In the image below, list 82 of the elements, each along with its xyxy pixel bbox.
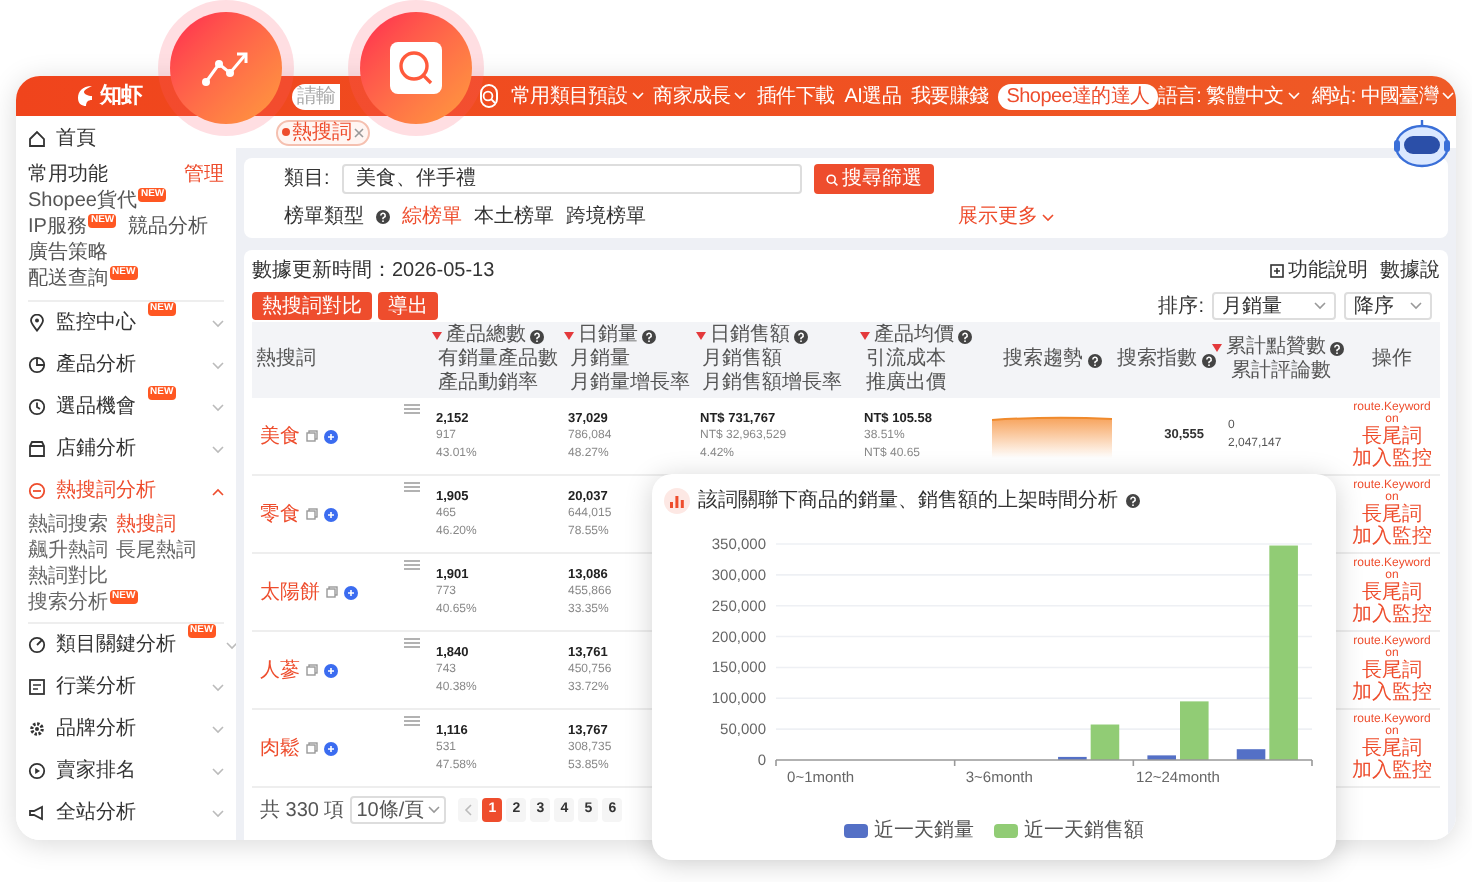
submenu-item[interactable]: 長尾熱詞 (116, 538, 196, 564)
legend-label: 近一天銷售額 (1024, 817, 1144, 846)
menu-item[interactable]: 首頁 (28, 116, 96, 160)
submenu-item[interactable]: 飆升熱詞 (28, 538, 108, 564)
nav-link[interactable]: 插件下載 (756, 81, 835, 111)
nav-link[interactable]: AI選品 (844, 81, 901, 111)
promo-button[interactable]: Shopee達的達人 (998, 83, 1158, 109)
shortcut-link[interactable]: 廣告策略 (28, 240, 108, 266)
column-header: 產品總數 (446, 324, 526, 347)
logo-text: 知虾 (100, 81, 143, 112)
column-subheader: 月銷量增長率 (568, 372, 690, 396)
help-link[interactable]: 功能說明 (1270, 255, 1368, 285)
field-label: 榜單類型 (284, 203, 364, 232)
column-subheader: 月銷售額 (700, 348, 782, 371)
column-header: 累計點贊數 (1226, 336, 1326, 359)
action-link[interactable]: 加入監控 (1352, 604, 1432, 626)
nav-menu[interactable]: 商家成長 (653, 81, 747, 111)
keyword-link[interactable]: 太陽餅 (260, 577, 320, 607)
column-header: 操作 (1372, 348, 1412, 372)
action-link[interactable]: 長尾詞 (1362, 660, 1422, 682)
column-header: 熱搜詞 (256, 348, 316, 372)
submenu-item[interactable]: 熱搜詞 (116, 512, 196, 538)
column-subheader: 產品動銷率 (436, 372, 538, 396)
section-title: 常用功能 (28, 161, 108, 189)
action-button[interactable]: 導出 (378, 292, 438, 320)
column-header: 搜索趨勢 (1003, 348, 1083, 372)
list-type-tab[interactable]: 跨境榜單 (566, 202, 646, 232)
menu-item[interactable]: 店鋪分析 (28, 428, 224, 470)
action-button[interactable]: 熱搜詞對比 (252, 292, 372, 320)
keyword-link[interactable]: 零食 (260, 499, 300, 529)
help-link[interactable]: 數據說 (1380, 255, 1440, 285)
action-link[interactable]: 長尾詞 (1362, 582, 1422, 604)
search-field[interactable]: 請輸 (292, 83, 341, 109)
action-link[interactable]: 加入監控 (1352, 526, 1432, 548)
column-header: 日銷售額 (710, 324, 790, 347)
sort-select[interactable]: 月銷量 (1212, 292, 1336, 320)
total-count: 共 330 項 (260, 797, 345, 825)
list-type-tab[interactable]: 本土榜單 (474, 202, 554, 232)
menu-item[interactable]: 產品分析 (28, 344, 224, 386)
field-label: 類目: (284, 165, 330, 194)
manage-link[interactable]: 管理 (184, 159, 224, 189)
column-header: 產品均價 (874, 324, 954, 347)
settings-dropdown[interactable]: 網站: 中國臺灣 (1311, 81, 1455, 111)
nav-menu[interactable]: 常用類目預設 (510, 81, 644, 111)
keyword-link[interactable]: 肉鬆 (260, 733, 300, 763)
page-tab[interactable]: 熱搜詞 (276, 119, 370, 145)
submenu-item[interactable]: 熱詞對比 (28, 564, 108, 590)
keyword-link[interactable]: 人蔘 (260, 655, 300, 685)
legend-label: 近一天銷量 (874, 817, 974, 846)
column-header: 日銷量 (578, 324, 638, 348)
column-subheader: 月銷量 (568, 348, 630, 372)
update-time: 數據更新時間：2026-05-13 (252, 257, 495, 285)
menu-item[interactable]: 行業分析 (28, 666, 224, 708)
action-link[interactable]: 長尾詞 (1362, 738, 1422, 760)
field-label: 排序: (1158, 293, 1204, 321)
submenu-item[interactable]: 熱詞搜索 (28, 512, 108, 538)
column-subheader: 推廣出價 (864, 372, 946, 396)
menu-item[interactable]: 熱搜詞分析 (28, 470, 224, 512)
settings-dropdown[interactable]: 語言: 繁體中文 (1157, 81, 1300, 111)
action-link[interactable]: 加入監控 (1352, 682, 1432, 704)
menu-item[interactable]: 品牌分析 (28, 708, 224, 750)
category-field[interactable]: 美食、伴手禮 (341, 164, 802, 194)
action-link[interactable]: 長尾詞 (1362, 504, 1422, 526)
keyword-link[interactable]: 美食 (260, 421, 300, 451)
column-subheader: 引流成本 (864, 348, 946, 371)
sort-select[interactable]: 降序 (1344, 292, 1432, 320)
show-more-link[interactable]: 展示更多 (958, 202, 1054, 232)
column-subheader: 累計評論數 (1229, 360, 1331, 384)
column-subheader: 月銷售額增長率 (700, 372, 842, 396)
page-size-select[interactable]: 10條/頁 (350, 796, 447, 824)
column-subheader: 有銷量產品數 (436, 348, 558, 371)
nav-link[interactable]: 我要賺錢 (910, 81, 989, 111)
list-type-tab[interactable]: 綜榜單 (402, 202, 462, 232)
action-link[interactable]: 加入監控 (1352, 448, 1432, 470)
menu-item[interactable]: 賣家排名 (28, 750, 224, 792)
column-header: 搜索指數 (1117, 348, 1197, 372)
shortcut-link[interactable]: 競品分析 (128, 214, 209, 240)
menu-item[interactable]: 全站分析 (28, 792, 224, 834)
chart-title: 該詞關聯下商品的銷量、銷售額的上架時間分析 (698, 487, 1118, 516)
action-link[interactable]: 長尾詞 (1362, 426, 1422, 448)
action-link[interactable]: 加入監控 (1352, 760, 1432, 782)
filter-button[interactable]: 搜尋篩選 (813, 164, 934, 194)
